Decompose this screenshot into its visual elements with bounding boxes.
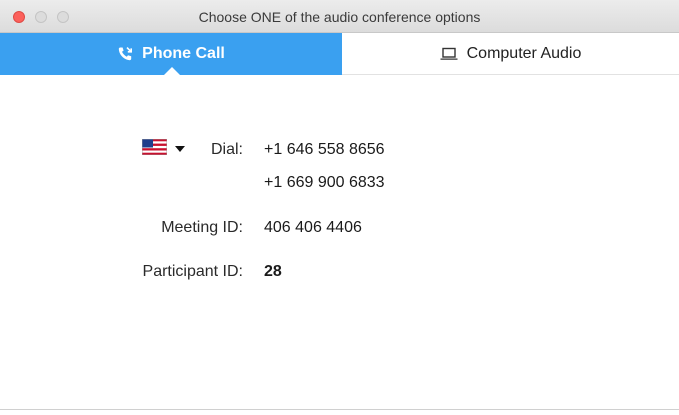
dial-number-2: +1 669 900 6833 bbox=[264, 174, 385, 191]
window-title: Choose ONE of the audio conference optio… bbox=[198, 9, 481, 25]
dial-row: Dial: +1 646 558 8656 bbox=[0, 138, 679, 162]
laptop-icon bbox=[440, 47, 458, 61]
title-bar: Choose ONE of the audio conference optio… bbox=[0, 0, 679, 33]
participant-id-value: 28 bbox=[264, 263, 282, 280]
tab-phone-call-label: Phone Call bbox=[142, 45, 225, 62]
dial-number-1: +1 646 558 8656 bbox=[264, 141, 385, 158]
dial-label: Dial: bbox=[210, 141, 243, 158]
meeting-id-value: 406 406 4406 bbox=[264, 219, 362, 236]
bottom-divider bbox=[0, 409, 679, 410]
tab-computer-audio-label: Computer Audio bbox=[466, 44, 582, 62]
tab-computer-audio[interactable]: Computer Audio bbox=[342, 33, 679, 75]
meeting-id-row: Meeting ID: 406 406 4406 bbox=[0, 216, 679, 240]
audio-tabs: Phone Call Computer Audio bbox=[0, 33, 679, 75]
phone-icon bbox=[117, 46, 133, 62]
audio-options-window: Choose ONE of the audio conference optio… bbox=[0, 0, 679, 415]
participant-id-row: Participant ID: 28 bbox=[0, 260, 679, 284]
tab-phone-call[interactable]: Phone Call bbox=[0, 33, 342, 75]
dial-row-2: +1 669 900 6833 bbox=[0, 171, 679, 195]
meeting-id-label: Meeting ID: bbox=[161, 219, 243, 236]
participant-id-label: Participant ID: bbox=[142, 263, 243, 280]
selected-tab-indicator bbox=[164, 67, 180, 75]
